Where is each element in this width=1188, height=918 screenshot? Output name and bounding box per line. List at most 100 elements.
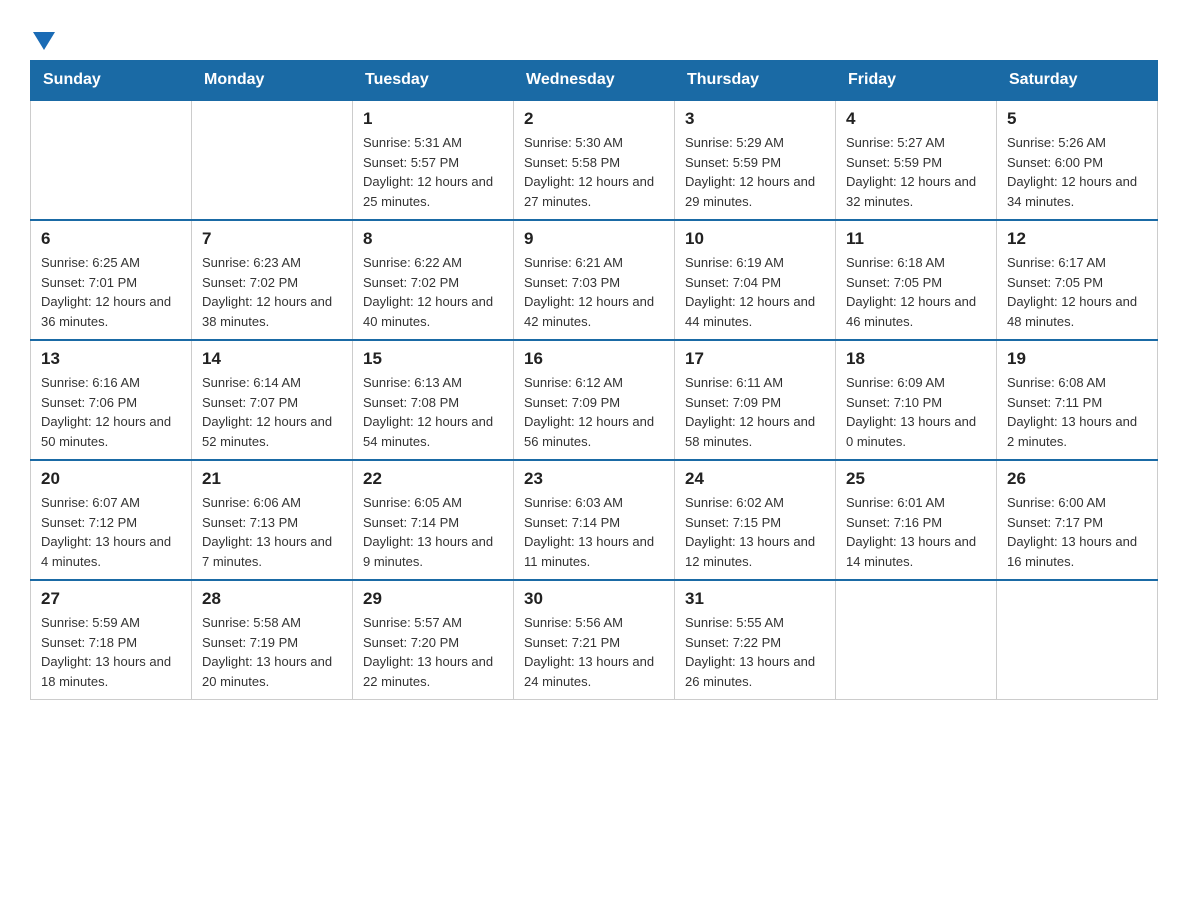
day-info: Sunrise: 5:31 AMSunset: 5:57 PMDaylight:… [363,133,503,211]
day-info: Sunrise: 5:55 AMSunset: 7:22 PMDaylight:… [685,613,825,691]
calendar-cell: 5 Sunrise: 5:26 AMSunset: 6:00 PMDayligh… [997,100,1158,220]
calendar-header-row: SundayMondayTuesdayWednesdayThursdayFrid… [31,61,1158,101]
day-number: 21 [202,469,342,489]
day-info: Sunrise: 6:09 AMSunset: 7:10 PMDaylight:… [846,373,986,451]
page-header [30,20,1158,50]
day-number: 18 [846,349,986,369]
day-number: 7 [202,229,342,249]
calendar-week-row: 6 Sunrise: 6:25 AMSunset: 7:01 PMDayligh… [31,220,1158,340]
calendar-cell: 6 Sunrise: 6:25 AMSunset: 7:01 PMDayligh… [31,220,192,340]
calendar-cell: 23 Sunrise: 6:03 AMSunset: 7:14 PMDaylig… [514,460,675,580]
calendar-cell: 24 Sunrise: 6:02 AMSunset: 7:15 PMDaylig… [675,460,836,580]
day-number: 1 [363,109,503,129]
day-info: Sunrise: 6:05 AMSunset: 7:14 PMDaylight:… [363,493,503,571]
day-info: Sunrise: 6:19 AMSunset: 7:04 PMDaylight:… [685,253,825,331]
day-info: Sunrise: 5:27 AMSunset: 5:59 PMDaylight:… [846,133,986,211]
calendar-cell: 2 Sunrise: 5:30 AMSunset: 5:58 PMDayligh… [514,100,675,220]
calendar-cell: 19 Sunrise: 6:08 AMSunset: 7:11 PMDaylig… [997,340,1158,460]
calendar-cell [836,580,997,700]
day-number: 30 [524,589,664,609]
calendar-cell: 18 Sunrise: 6:09 AMSunset: 7:10 PMDaylig… [836,340,997,460]
day-number: 20 [41,469,181,489]
calendar-cell: 17 Sunrise: 6:11 AMSunset: 7:09 PMDaylig… [675,340,836,460]
day-of-week-header: Tuesday [353,61,514,101]
day-info: Sunrise: 6:21 AMSunset: 7:03 PMDaylight:… [524,253,664,331]
day-info: Sunrise: 6:23 AMSunset: 7:02 PMDaylight:… [202,253,342,331]
day-info: Sunrise: 6:06 AMSunset: 7:13 PMDaylight:… [202,493,342,571]
calendar-cell: 29 Sunrise: 5:57 AMSunset: 7:20 PMDaylig… [353,580,514,700]
day-number: 24 [685,469,825,489]
logo-triangle-icon [33,32,55,50]
calendar-cell [997,580,1158,700]
calendar-cell: 20 Sunrise: 6:07 AMSunset: 7:12 PMDaylig… [31,460,192,580]
day-number: 10 [685,229,825,249]
day-of-week-header: Friday [836,61,997,101]
day-number: 3 [685,109,825,129]
day-info: Sunrise: 6:12 AMSunset: 7:09 PMDaylight:… [524,373,664,451]
calendar-cell: 10 Sunrise: 6:19 AMSunset: 7:04 PMDaylig… [675,220,836,340]
day-number: 28 [202,589,342,609]
calendar-cell: 7 Sunrise: 6:23 AMSunset: 7:02 PMDayligh… [192,220,353,340]
day-of-week-header: Monday [192,61,353,101]
day-info: Sunrise: 6:07 AMSunset: 7:12 PMDaylight:… [41,493,181,571]
calendar-cell: 28 Sunrise: 5:58 AMSunset: 7:19 PMDaylig… [192,580,353,700]
calendar-cell: 27 Sunrise: 5:59 AMSunset: 7:18 PMDaylig… [31,580,192,700]
calendar-cell: 9 Sunrise: 6:21 AMSunset: 7:03 PMDayligh… [514,220,675,340]
day-info: Sunrise: 5:58 AMSunset: 7:19 PMDaylight:… [202,613,342,691]
day-info: Sunrise: 6:16 AMSunset: 7:06 PMDaylight:… [41,373,181,451]
day-info: Sunrise: 6:18 AMSunset: 7:05 PMDaylight:… [846,253,986,331]
day-number: 4 [846,109,986,129]
calendar-cell: 14 Sunrise: 6:14 AMSunset: 7:07 PMDaylig… [192,340,353,460]
calendar-week-row: 27 Sunrise: 5:59 AMSunset: 7:18 PMDaylig… [31,580,1158,700]
day-number: 13 [41,349,181,369]
day-info: Sunrise: 5:29 AMSunset: 5:59 PMDaylight:… [685,133,825,211]
day-number: 9 [524,229,664,249]
day-info: Sunrise: 6:13 AMSunset: 7:08 PMDaylight:… [363,373,503,451]
day-number: 29 [363,589,503,609]
day-info: Sunrise: 5:26 AMSunset: 6:00 PMDaylight:… [1007,133,1147,211]
calendar-week-row: 20 Sunrise: 6:07 AMSunset: 7:12 PMDaylig… [31,460,1158,580]
day-number: 11 [846,229,986,249]
day-info: Sunrise: 5:56 AMSunset: 7:21 PMDaylight:… [524,613,664,691]
calendar-cell: 25 Sunrise: 6:01 AMSunset: 7:16 PMDaylig… [836,460,997,580]
calendar-cell: 16 Sunrise: 6:12 AMSunset: 7:09 PMDaylig… [514,340,675,460]
day-number: 2 [524,109,664,129]
day-info: Sunrise: 6:08 AMSunset: 7:11 PMDaylight:… [1007,373,1147,451]
calendar-cell: 13 Sunrise: 6:16 AMSunset: 7:06 PMDaylig… [31,340,192,460]
day-info: Sunrise: 5:57 AMSunset: 7:20 PMDaylight:… [363,613,503,691]
day-number: 31 [685,589,825,609]
calendar-cell [192,100,353,220]
calendar-cell [31,100,192,220]
calendar-cell: 26 Sunrise: 6:00 AMSunset: 7:17 PMDaylig… [997,460,1158,580]
day-number: 22 [363,469,503,489]
day-number: 26 [1007,469,1147,489]
day-info: Sunrise: 6:00 AMSunset: 7:17 PMDaylight:… [1007,493,1147,571]
logo [30,20,55,50]
day-number: 17 [685,349,825,369]
day-number: 19 [1007,349,1147,369]
calendar-week-row: 1 Sunrise: 5:31 AMSunset: 5:57 PMDayligh… [31,100,1158,220]
day-number: 12 [1007,229,1147,249]
day-number: 14 [202,349,342,369]
calendar-cell: 11 Sunrise: 6:18 AMSunset: 7:05 PMDaylig… [836,220,997,340]
calendar-cell: 8 Sunrise: 6:22 AMSunset: 7:02 PMDayligh… [353,220,514,340]
calendar-cell: 3 Sunrise: 5:29 AMSunset: 5:59 PMDayligh… [675,100,836,220]
day-info: Sunrise: 5:30 AMSunset: 5:58 PMDaylight:… [524,133,664,211]
day-info: Sunrise: 6:25 AMSunset: 7:01 PMDaylight:… [41,253,181,331]
day-of-week-header: Sunday [31,61,192,101]
calendar-week-row: 13 Sunrise: 6:16 AMSunset: 7:06 PMDaylig… [31,340,1158,460]
calendar-cell: 31 Sunrise: 5:55 AMSunset: 7:22 PMDaylig… [675,580,836,700]
day-info: Sunrise: 6:17 AMSunset: 7:05 PMDaylight:… [1007,253,1147,331]
day-number: 23 [524,469,664,489]
day-number: 25 [846,469,986,489]
day-info: Sunrise: 5:59 AMSunset: 7:18 PMDaylight:… [41,613,181,691]
calendar-cell: 15 Sunrise: 6:13 AMSunset: 7:08 PMDaylig… [353,340,514,460]
calendar-cell: 22 Sunrise: 6:05 AMSunset: 7:14 PMDaylig… [353,460,514,580]
day-info: Sunrise: 6:02 AMSunset: 7:15 PMDaylight:… [685,493,825,571]
calendar-cell: 21 Sunrise: 6:06 AMSunset: 7:13 PMDaylig… [192,460,353,580]
calendar-cell: 12 Sunrise: 6:17 AMSunset: 7:05 PMDaylig… [997,220,1158,340]
day-number: 27 [41,589,181,609]
calendar-cell: 1 Sunrise: 5:31 AMSunset: 5:57 PMDayligh… [353,100,514,220]
calendar-cell: 30 Sunrise: 5:56 AMSunset: 7:21 PMDaylig… [514,580,675,700]
calendar-table: SundayMondayTuesdayWednesdayThursdayFrid… [30,60,1158,700]
